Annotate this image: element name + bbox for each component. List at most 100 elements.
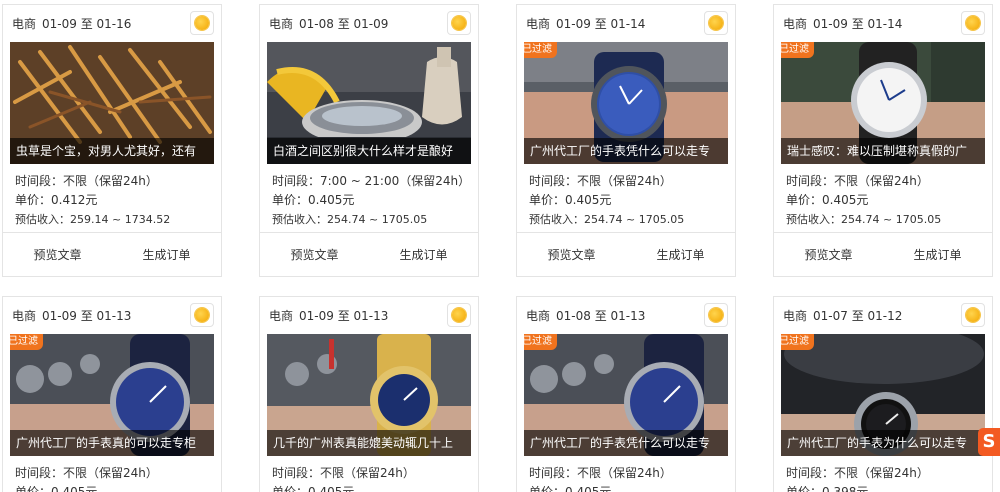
card-category: 电商 [783, 17, 808, 31]
card-info: 时间段：7:00 ~ 21:00（保留24h） 单价：0.405元 预估收入：2… [260, 164, 478, 229]
expired-badge: 已过滤 [781, 42, 814, 58]
create-order-button[interactable]: 生成订单 [369, 246, 478, 263]
card-price: 单价：0.405元 [15, 485, 98, 492]
card-actions: 预览文章 生成订单 [3, 232, 221, 276]
card-category: 电商 [783, 309, 808, 323]
card-title: 白酒之间区别很大什么样才是酿好 [267, 138, 471, 164]
card-period: 时间段：不限（保留24h） [786, 466, 929, 480]
card-thumbnail[interactable]: 几千的广州表真能媲美动辄几十上 [267, 334, 471, 456]
task-card: 电商 01-08 至 01-09 白酒之间区别很大什么样才是酿好 时间段：7:0… [259, 4, 479, 277]
task-card: 电商 01-09 至 01-14 已过滤 广州代工厂的手表凭什么可以走专 时间段… [516, 4, 736, 277]
card-date-range: 01-09 至 01-14 [813, 17, 903, 31]
card-period: 时间段：不限（保留24h） [15, 466, 158, 480]
card-info: 时间段：不限（保留24h） 单价：0.398元 [774, 456, 992, 492]
card-income: 预估收入：254.74 ~ 1705.05 [786, 213, 942, 226]
card-price: 单价：0.405元 [529, 193, 612, 207]
card-price: 单价：0.405元 [529, 485, 612, 492]
card-period: 时间段：不限（保留24h） [786, 174, 929, 188]
preview-article-button[interactable]: 预览文章 [517, 246, 626, 263]
card-header: 电商 01-08 至 01-13 [517, 297, 735, 334]
card-price: 单价：0.412元 [15, 193, 98, 207]
card-category: 电商 [269, 309, 294, 323]
card-price: 单价：0.405元 [272, 485, 355, 492]
card-header: 电商 01-09 至 01-13 [3, 297, 221, 334]
task-card: 电商 01-09 至 01-13 已过滤 广州代工厂的手表真的可以走专柜 时间段… [2, 296, 222, 492]
card-header: 电商 01-09 至 01-14 [774, 5, 992, 42]
app-logo-icon [190, 11, 214, 35]
app-logo-icon [961, 303, 985, 327]
card-header: 电商 01-09 至 01-16 [3, 5, 221, 42]
card-category: 电商 [12, 309, 37, 323]
card-header: 电商 01-08 至 01-09 [260, 5, 478, 42]
app-logo-icon [447, 11, 471, 35]
card-price: 单价：0.405元 [786, 193, 869, 207]
card-category: 电商 [526, 309, 551, 323]
card-income: 预估收入：259.14 ~ 1734.52 [15, 213, 171, 226]
card-thumbnail[interactable]: 虫草是个宝，对男人尤其好，还有 [10, 42, 214, 164]
card-title: 广州代工厂的手表真的可以走专柜 [10, 430, 214, 456]
task-card: 电商 01-08 至 01-13 已过滤 广州代工厂的手表凭什么可以走专 时间段… [516, 296, 736, 492]
card-thumbnail[interactable]: 白酒之间区别很大什么样才是酿好 [267, 42, 471, 164]
create-order-button[interactable]: 生成订单 [626, 246, 735, 263]
card-date-range: 01-09 至 01-13 [42, 309, 132, 323]
task-card: 电商 01-09 至 01-13 几千的广州表真能媲美动辄几十上 时间段：不限（… [259, 296, 479, 492]
app-logo-icon [704, 303, 728, 327]
card-thumbnail[interactable]: 已过滤 瑞士感叹：难以压制堪称真假的广 [781, 42, 985, 164]
card-date-range: 01-09 至 01-14 [556, 17, 646, 31]
card-title: 广州代工厂的手表凭什么可以走专 [524, 430, 728, 456]
sohu-logo-icon[interactable]: S [978, 428, 1000, 456]
task-card: 电商 01-07 至 01-12 已过滤 广州代工厂的手表为什么可以走专 时间段… [773, 296, 993, 492]
app-logo-icon [447, 303, 471, 327]
card-period: 时间段：不限（保留24h） [529, 466, 672, 480]
card-title: 虫草是个宝，对男人尤其好，还有 [10, 138, 214, 164]
card-period: 时间段：不限（保留24h） [15, 174, 158, 188]
card-date-range: 01-08 至 01-09 [299, 17, 389, 31]
task-card: 电商 01-09 至 01-16 虫草是个宝，对男人尤其好，还有 时间段：不限（… [2, 4, 222, 277]
card-thumbnail[interactable]: 已过滤 广州代工厂的手表凭什么可以走专 [524, 334, 728, 456]
card-thumbnail[interactable]: 已过滤 广州代工厂的手表为什么可以走专 [781, 334, 985, 456]
card-date-range: 01-09 至 01-13 [299, 309, 389, 323]
card-period: 时间段：不限（保留24h） [529, 174, 672, 188]
card-title: 广州代工厂的手表为什么可以走专 [781, 430, 985, 456]
app-logo-icon [961, 11, 985, 35]
card-title: 广州代工厂的手表凭什么可以走专 [524, 138, 728, 164]
card-category: 电商 [12, 17, 37, 31]
task-card: 电商 01-09 至 01-14 已过滤 瑞士感叹：难以压制堪称真假的广 时间段… [773, 4, 993, 277]
expired-badge: 已过滤 [524, 42, 557, 58]
card-header: 电商 01-09 至 01-14 [517, 5, 735, 42]
card-info: 时间段：不限（保留24h） 单价：0.405元 预估收入：254.74 ~ 17… [517, 164, 735, 229]
card-info: 时间段：不限（保留24h） 单价：0.405元 预估收入：254.74 ~ 17… [774, 164, 992, 229]
card-period: 时间段：不限（保留24h） [272, 466, 415, 480]
card-category: 电商 [526, 17, 551, 31]
card-date-range: 01-09 至 01-16 [42, 17, 132, 31]
preview-article-button[interactable]: 预览文章 [260, 246, 369, 263]
card-info: 时间段：不限（保留24h） 单价：0.405元 [517, 456, 735, 492]
card-price: 单价：0.405元 [272, 193, 355, 207]
card-price: 单价：0.398元 [786, 485, 869, 492]
card-period: 时间段：7:00 ~ 21:00（保留24h） [272, 174, 471, 188]
card-info: 时间段：不限（保留24h） 单价：0.405元 [3, 456, 221, 492]
card-income: 预估收入：254.74 ~ 1705.05 [272, 213, 428, 226]
card-thumbnail[interactable]: 已过滤 广州代工厂的手表真的可以走专柜 [10, 334, 214, 456]
app-logo-icon [190, 303, 214, 327]
card-title: 几千的广州表真能媲美动辄几十上 [267, 430, 471, 456]
card-header: 电商 01-07 至 01-12 [774, 297, 992, 334]
preview-article-button[interactable]: 预览文章 [774, 246, 883, 263]
card-actions: 预览文章 生成订单 [260, 232, 478, 276]
card-header: 电商 01-09 至 01-13 [260, 297, 478, 334]
preview-article-button[interactable]: 预览文章 [3, 246, 112, 263]
create-order-button[interactable]: 生成订单 [883, 246, 992, 263]
create-order-button[interactable]: 生成订单 [112, 246, 221, 263]
card-income: 预估收入：254.74 ~ 1705.05 [529, 213, 685, 226]
expired-badge: 已过滤 [10, 334, 43, 350]
card-date-range: 01-07 至 01-12 [813, 309, 903, 323]
card-date-range: 01-08 至 01-13 [556, 309, 646, 323]
card-category: 电商 [269, 17, 294, 31]
expired-badge: 已过滤 [524, 334, 557, 350]
card-thumbnail[interactable]: 已过滤 广州代工厂的手表凭什么可以走专 [524, 42, 728, 164]
app-logo-icon [704, 11, 728, 35]
expired-badge: 已过滤 [781, 334, 814, 350]
card-info: 时间段：不限（保留24h） 单价：0.412元 预估收入：259.14 ~ 17… [3, 164, 221, 229]
card-actions: 预览文章 生成订单 [774, 232, 992, 276]
card-info: 时间段：不限（保留24h） 单价：0.405元 [260, 456, 478, 492]
